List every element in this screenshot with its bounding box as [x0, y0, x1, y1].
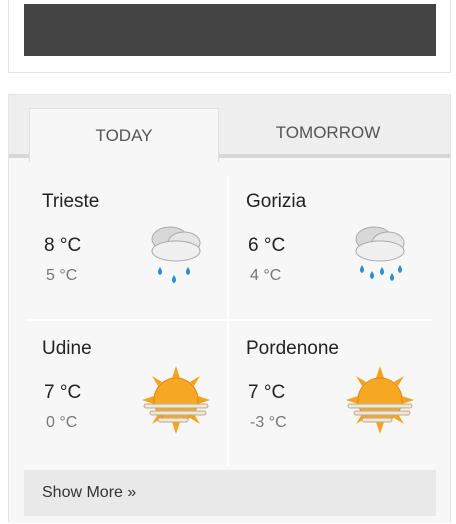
- banner-image: [24, 4, 436, 56]
- forecast-panel: Trieste 8 °C 5 °C Gorizia 6 °C 4 °C Udin…: [9, 158, 450, 523]
- temp-min: 5 °C: [46, 267, 78, 284]
- temp-max: 7 °C: [248, 382, 286, 403]
- temp-min: 4 °C: [250, 267, 282, 284]
- city-card-pordenone[interactable]: Pordenone 7 °C -3 °C: [246, 338, 436, 478]
- tab-bar: TODAY TOMORROW: [9, 95, 450, 162]
- temp-max: 8 °C: [44, 235, 82, 256]
- sun-fog-icon: [142, 366, 210, 434]
- tab-today[interactable]: TODAY: [29, 108, 219, 162]
- weather-widget: TODAY TOMORROW Trieste 8 °C 5 °C Gorizia…: [8, 94, 451, 523]
- city-name: Udine: [42, 338, 92, 359]
- top-card: [8, 0, 451, 73]
- city-name: Trieste: [42, 191, 100, 212]
- temp-max: 7 °C: [44, 382, 82, 403]
- city-name: Gorizia: [246, 191, 307, 212]
- rain-cloud-icon: [151, 226, 201, 283]
- temp-min: -3 °C: [250, 414, 287, 431]
- sun-fog-icon: [346, 366, 414, 434]
- city-card-trieste[interactable]: Trieste 8 °C 5 °C: [42, 191, 232, 331]
- temp-min: 0 °C: [46, 414, 78, 431]
- temp-max: 6 °C: [248, 235, 286, 256]
- tab-tomorrow[interactable]: TOMORROW: [223, 108, 433, 158]
- city-name: Pordenone: [246, 338, 339, 359]
- city-card-udine[interactable]: Udine 7 °C 0 °C: [42, 338, 232, 478]
- heavy-rain-cloud-icon: [355, 226, 405, 281]
- show-more-button[interactable]: Show More »: [24, 470, 436, 516]
- city-card-gorizia[interactable]: Gorizia 6 °C 4 °C: [246, 191, 436, 331]
